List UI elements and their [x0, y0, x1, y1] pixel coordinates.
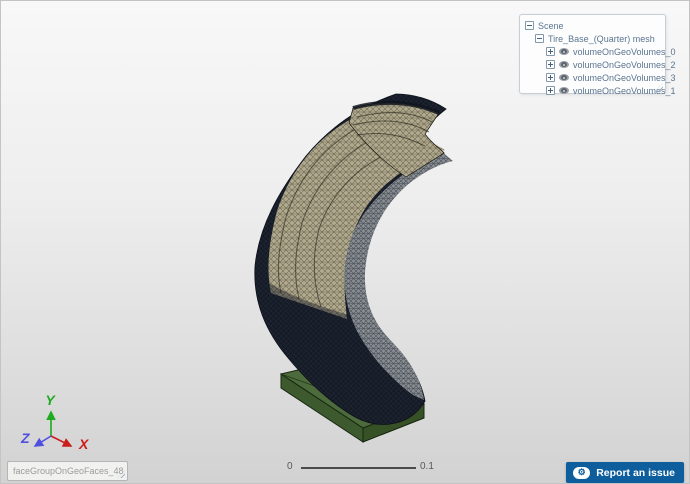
visibility-eye-icon[interactable] — [559, 74, 569, 81]
expand-icon[interactable] — [546, 86, 555, 95]
collapse-icon[interactable] — [525, 21, 534, 30]
scale-min-label: 0 — [287, 461, 293, 472]
collapse-icon[interactable] — [535, 34, 544, 43]
tree-node-volume-label: volumeOnGeoVolumes_2 — [573, 59, 676, 70]
x-axis-arrow — [50, 435, 73, 447]
tree-node-mesh-label: Tire_Base_(Quarter) mesh — [548, 33, 655, 44]
tree-node-volume[interactable]: volumeOnGeoVolumes_3 — [525, 71, 676, 84]
x-axis-label: X — [78, 436, 90, 452]
tree-node-volume[interactable]: volumeOnGeoVolumes_2 — [525, 58, 676, 71]
axis-triad: Y X Z — [20, 392, 90, 452]
3d-viewport[interactable]: Y X Z Scene Tire_Base_(Quarter) mesh vol… — [0, 0, 690, 484]
tree-node-volume[interactable]: volumeOnGeoVolumes_0 — [525, 45, 676, 58]
feedback-bubble-icon — [573, 466, 591, 479]
visibility-eye-icon[interactable] — [559, 87, 569, 94]
expand-icon[interactable] — [546, 60, 555, 69]
selection-name-label: faceGroupOnGeoFaces_48 — [13, 466, 124, 476]
tree-node-volume-label: volumeOnGeoVolumes_3 — [573, 72, 676, 83]
visibility-eye-icon[interactable] — [559, 48, 569, 55]
z-axis-arrow — [33, 435, 52, 447]
tree-node-volume[interactable]: volumeOnGeoVolumes_1 — [525, 84, 676, 97]
y-axis-label: Y — [45, 392, 56, 408]
scene-tree-panel[interactable]: Scene Tire_Base_(Quarter) mesh volumeOnG… — [519, 14, 676, 97]
expand-icon[interactable] — [546, 73, 555, 82]
scale-bar: 0 0.1 — [281, 457, 441, 477]
scale-bar-line — [301, 467, 416, 469]
z-axis-label: Z — [20, 430, 30, 446]
report-issue-label: Report an issue — [596, 466, 675, 479]
report-issue-button[interactable]: Report an issue — [566, 462, 684, 483]
tree-node-volume-label: volumeOnGeoVolumes_0 — [573, 46, 676, 57]
tree-node-scene-label: Scene — [538, 20, 564, 31]
expand-icon[interactable] — [546, 47, 555, 56]
visibility-eye-icon[interactable] — [559, 61, 569, 68]
tree-node-mesh[interactable]: Tire_Base_(Quarter) mesh — [525, 32, 661, 45]
tree-node-scene[interactable]: Scene — [525, 19, 661, 32]
scale-max-label: 0.1 — [420, 461, 434, 472]
selection-name-box[interactable]: faceGroupOnGeoFaces_48 — [7, 461, 128, 481]
